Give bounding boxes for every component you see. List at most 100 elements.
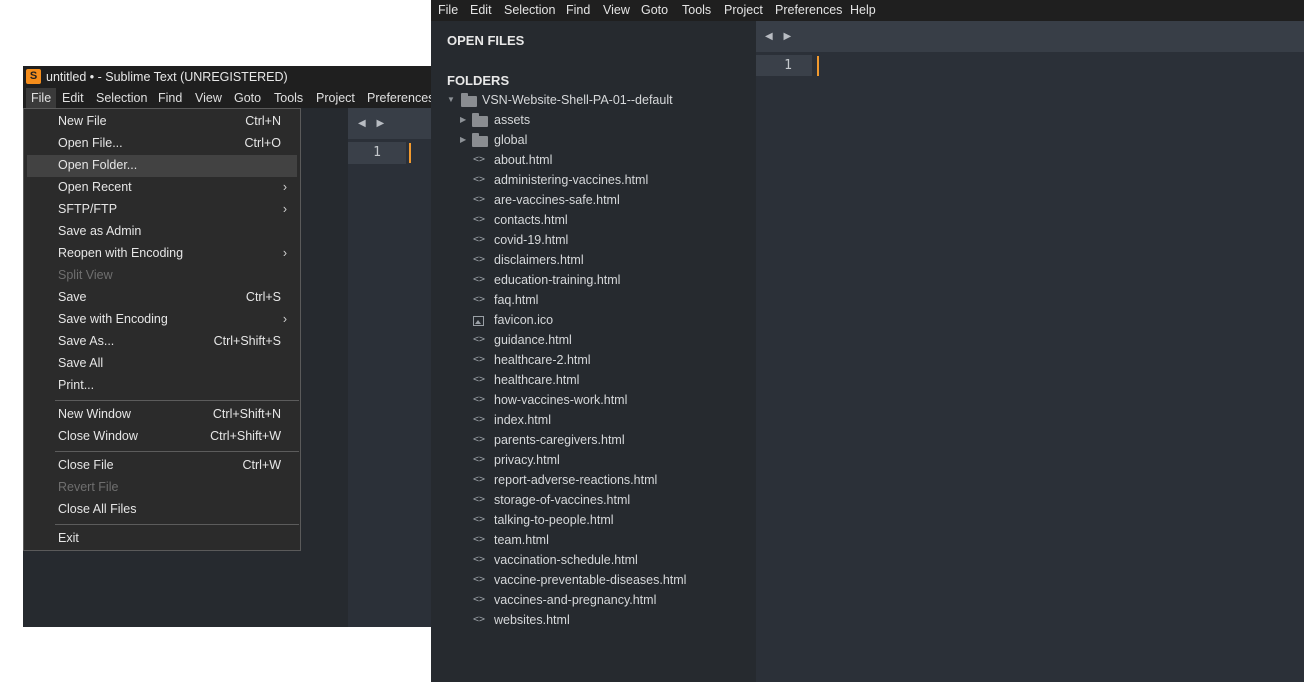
file-menu-item-save-as-admin[interactable]: Save as Admin bbox=[27, 221, 297, 243]
menu-separator bbox=[55, 451, 299, 452]
tree-file-privacy-html[interactable]: <> privacy.html bbox=[431, 451, 756, 471]
collapsed-arrow-icon[interactable]: ▶ bbox=[460, 135, 466, 144]
tree-file-disclaimers-html[interactable]: <> disclaimers.html bbox=[431, 251, 756, 271]
tree-file-storage-of-vaccines-html[interactable]: <> storage-of-vaccines.html bbox=[431, 491, 756, 511]
file-name: about.html bbox=[494, 153, 553, 167]
menu-item-label: Save with Encoding bbox=[58, 312, 168, 326]
menu-item-label: Close All Files bbox=[58, 502, 137, 516]
file-menu-item-reopen-with-encoding[interactable]: Reopen with Encoding › bbox=[27, 243, 297, 265]
menu-goto[interactable]: Goto bbox=[234, 91, 261, 105]
menu-tools[interactable]: Tools bbox=[274, 91, 303, 105]
menu-view[interactable]: View bbox=[195, 91, 222, 105]
file-menu-item-exit[interactable]: Exit bbox=[27, 528, 297, 550]
tree-file-covid-19-html[interactable]: <> covid-19.html bbox=[431, 231, 756, 251]
file-menu-item-new-window[interactable]: New Window Ctrl+Shift+N bbox=[27, 404, 297, 426]
folder-icon bbox=[472, 133, 488, 147]
menu-item-shortcut: Ctrl+Shift+N bbox=[212, 407, 281, 421]
menu-edit[interactable]: Edit bbox=[470, 3, 492, 17]
menu-item-shortcut: Ctrl+W bbox=[242, 458, 281, 472]
tree-file-favicon-ico[interactable]: favicon.ico bbox=[431, 311, 756, 331]
file-menu-item-print[interactable]: Print... bbox=[27, 375, 297, 397]
menu-item-label: Print... bbox=[58, 378, 95, 392]
editor-area[interactable]: ◀ ▶ 1 bbox=[348, 108, 431, 627]
tree-file-talking-to-people-html[interactable]: <> talking-to-people.html bbox=[431, 511, 756, 531]
tree-file-about-html[interactable]: <> about.html bbox=[431, 151, 756, 171]
file-menu-item-close-window[interactable]: Close Window Ctrl+Shift+W bbox=[27, 426, 297, 448]
menu-file[interactable]: File bbox=[438, 3, 458, 17]
text-caret bbox=[409, 143, 411, 163]
file-menu-item-open-folder[interactable]: Open Folder... bbox=[27, 155, 297, 177]
folder-open-icon bbox=[461, 93, 477, 107]
menu-view[interactable]: View bbox=[603, 3, 630, 17]
code-file-icon: <> bbox=[473, 234, 486, 245]
collapsed-arrow-icon[interactable]: ▶ bbox=[460, 115, 466, 124]
tree-file-healthcare-2-html[interactable]: <> healthcare-2.html bbox=[431, 351, 756, 371]
file-name: favicon.ico bbox=[494, 313, 554, 327]
file-menu-item-revert-file: Revert File bbox=[27, 477, 297, 499]
code-file-icon: <> bbox=[473, 334, 486, 345]
menu-tools[interactable]: Tools bbox=[682, 3, 711, 17]
expanded-arrow-icon[interactable]: ▼ bbox=[447, 95, 455, 104]
menu-item-shortcut: Ctrl+N bbox=[245, 114, 281, 128]
tab-bar: ◀ ▶ bbox=[348, 108, 431, 139]
menu-project[interactable]: Project bbox=[724, 3, 763, 17]
tree-file-team-html[interactable]: <> team.html bbox=[431, 531, 756, 551]
tree-folder-assets[interactable]: ▶ assets bbox=[431, 111, 756, 131]
tree-file-education-training-html[interactable]: <> education-training.html bbox=[431, 271, 756, 291]
tree-folder-global[interactable]: ▶ global bbox=[431, 131, 756, 151]
tree-file-vaccination-schedule-html[interactable]: <> vaccination-schedule.html bbox=[431, 551, 756, 571]
submenu-arrow-icon: › bbox=[282, 312, 287, 326]
tree-file-index-html[interactable]: <> index.html bbox=[431, 411, 756, 431]
window-title: untitled • - Sublime Text (UNREGISTERED) bbox=[46, 70, 288, 84]
menu-edit[interactable]: Edit bbox=[62, 91, 84, 105]
menu-preferences[interactable]: Preferences bbox=[367, 91, 431, 105]
menu-project[interactable]: Project bbox=[316, 91, 355, 105]
menu-selection[interactable]: Selection bbox=[96, 91, 147, 105]
tree-file-guidance-html[interactable]: <> guidance.html bbox=[431, 331, 756, 351]
tree-file-contacts-html[interactable]: <> contacts.html bbox=[431, 211, 756, 231]
code-file-icon: <> bbox=[473, 574, 486, 585]
file-menu-item-close-file[interactable]: Close File Ctrl+W bbox=[27, 455, 297, 477]
menu-goto[interactable]: Goto bbox=[641, 3, 668, 17]
file-name: healthcare.html bbox=[494, 373, 580, 387]
tree-root-folder[interactable]: ▼ VSN-Website-Shell-PA-01--default bbox=[431, 91, 756, 111]
file-menu-item-open-recent[interactable]: Open Recent › bbox=[27, 177, 297, 199]
code-file-icon: <> bbox=[473, 374, 486, 385]
tab-nav-arrows-icon[interactable]: ◀ ▶ bbox=[358, 118, 388, 129]
tree-file-vaccines-and-pregnancy-html[interactable]: <> vaccines-and-pregnancy.html bbox=[431, 591, 756, 611]
menu-file[interactable]: File bbox=[26, 88, 57, 108]
editor-area[interactable]: ◀ ▶ 1 bbox=[756, 21, 1304, 682]
file-menu-item-open-file[interactable]: Open File... Ctrl+O bbox=[27, 133, 297, 155]
tree-file-parents-caregivers-html[interactable]: <> parents-caregivers.html bbox=[431, 431, 756, 451]
file-menu-item-save-all[interactable]: Save All bbox=[27, 353, 297, 375]
tab-nav-arrows-icon[interactable]: ◀ ▶ bbox=[765, 31, 795, 42]
file-name: talking-to-people.html bbox=[494, 513, 614, 527]
tree-file-how-vaccines-work-html[interactable]: <> how-vaccines-work.html bbox=[431, 391, 756, 411]
menu-find[interactable]: Find bbox=[158, 91, 182, 105]
folders-heading: FOLDERS bbox=[447, 73, 510, 88]
file-menu-item-save-as[interactable]: Save As... Ctrl+Shift+S bbox=[27, 331, 297, 353]
file-menu-item-save-with-encoding[interactable]: Save with Encoding › bbox=[27, 309, 297, 331]
code-file-icon: <> bbox=[473, 214, 486, 225]
menu-bar: File Edit Selection Find View Goto Tools… bbox=[431, 0, 1304, 21]
file-menu-item-sftp-ftp[interactable]: SFTP/FTP › bbox=[27, 199, 297, 221]
file-menu-item-new-file[interactable]: New File Ctrl+N bbox=[27, 111, 297, 133]
menu-item-label: Save All bbox=[58, 356, 104, 370]
line-number: 1 bbox=[784, 58, 792, 73]
tree-file-report-adverse-reactions-html[interactable]: <> report-adverse-reactions.html bbox=[431, 471, 756, 491]
menu-selection[interactable]: Selection bbox=[504, 3, 555, 17]
tree-file-administering-vaccines-html[interactable]: <> administering-vaccines.html bbox=[431, 171, 756, 191]
menu-help[interactable]: Help bbox=[850, 3, 876, 17]
file-menu-item-save[interactable]: Save Ctrl+S bbox=[27, 287, 297, 309]
tree-file-are-vaccines-safe-html[interactable]: <> are-vaccines-safe.html bbox=[431, 191, 756, 211]
menu-preferences[interactable]: Preferences bbox=[775, 3, 842, 17]
title-bar[interactable]: S untitled • - Sublime Text (UNREGISTERE… bbox=[23, 66, 431, 88]
tree-file-faq-html[interactable]: <> faq.html bbox=[431, 291, 756, 311]
tree-file-websites-html[interactable]: <> websites.html bbox=[431, 611, 756, 631]
file-menu-item-close-all-files[interactable]: Close All Files bbox=[27, 499, 297, 521]
code-file-icon: <> bbox=[473, 474, 486, 485]
file-name: vaccines-and-pregnancy.html bbox=[494, 593, 657, 607]
menu-find[interactable]: Find bbox=[566, 3, 590, 17]
tree-file-vaccine-preventable-diseases-html[interactable]: <> vaccine-preventable-diseases.html bbox=[431, 571, 756, 591]
tree-file-healthcare-html[interactable]: <> healthcare.html bbox=[431, 371, 756, 391]
